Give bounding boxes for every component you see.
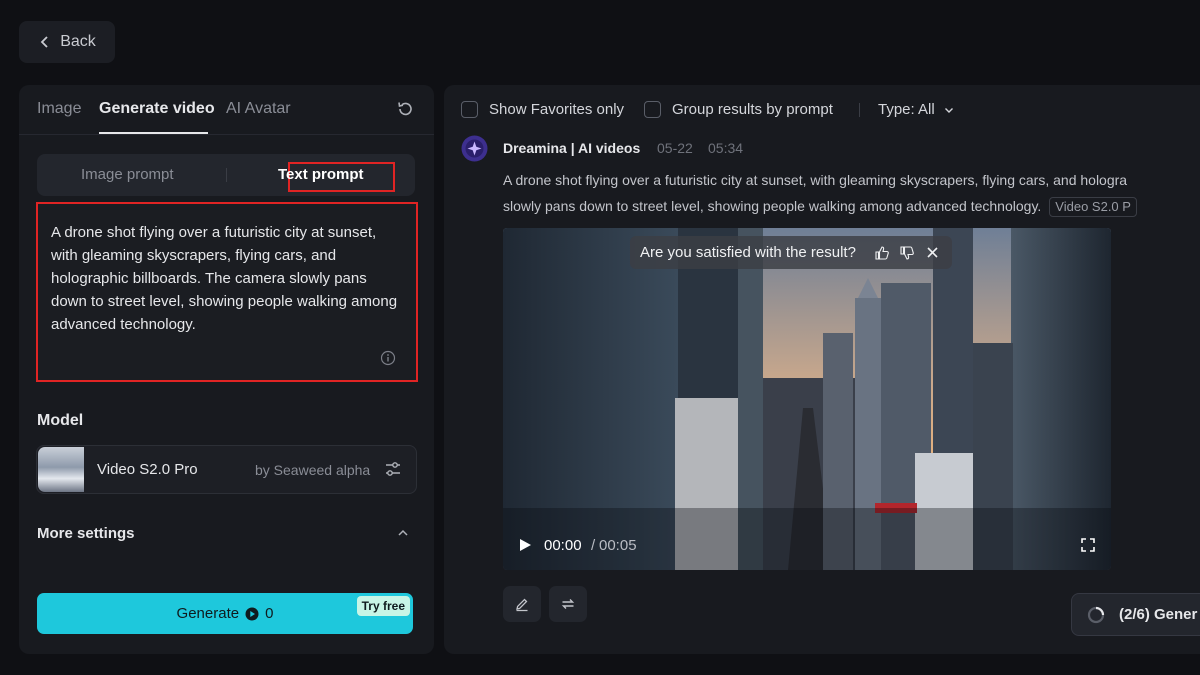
edit-icon <box>516 598 528 612</box>
back-button[interactable]: Back <box>19 21 115 63</box>
progress-text: (2/6) Gener <box>1119 606 1198 623</box>
generate-label: Generate <box>176 605 240 622</box>
favorites-checkbox[interactable] <box>461 101 478 118</box>
tab-bar: Image Generate video AI Avatar <box>19 85 434 135</box>
chevron-up-icon[interactable] <box>397 527 409 539</box>
result-prompt-line-2-text: slowly pans down to street level, showin… <box>503 198 1042 214</box>
tab-ai-avatar[interactable]: AI Avatar <box>226 100 291 118</box>
edit-button[interactable] <box>503 586 541 622</box>
sliders-icon[interactable] <box>384 460 402 478</box>
fullscreen-icon[interactable] <box>1081 538 1095 552</box>
model-tag: Video S2.0 P <box>1049 197 1137 217</box>
thumb-down-icon[interactable] <box>899 245 915 261</box>
model-name: Video S2.0 Pro <box>97 461 198 478</box>
favorites-label[interactable]: Show Favorites only <box>489 101 624 118</box>
prompt-textarea[interactable]: A drone shot flying over a futuristic ci… <box>36 202 418 382</box>
result-prompt-line-1: A drone shot flying over a futuristic ci… <box>503 172 1128 188</box>
generation-panel: Image Generate video AI Avatar Image pro… <box>19 85 434 654</box>
regenerate-icon <box>561 599 575 609</box>
back-label: Back <box>60 33 96 50</box>
group-checkbox[interactable] <box>644 101 661 118</box>
try-free-badge: Try free <box>356 596 410 616</box>
regenerate-button[interactable] <box>549 586 587 622</box>
result-author: Dreamina | AI videos <box>503 140 641 156</box>
group-label[interactable]: Group results by prompt <box>672 101 833 118</box>
model-label: Model <box>37 412 84 429</box>
chevron-down-icon[interactable] <box>944 105 954 115</box>
play-icon[interactable] <box>519 538 532 552</box>
result-prompt: A drone shot flying over a futuristic ci… <box>503 167 1200 219</box>
model-thumbnail <box>38 447 84 492</box>
satisfaction-prompt: Are you satisfied with the result? <box>630 236 952 269</box>
dreamina-logo-icon <box>461 135 488 162</box>
prompt-mode-switch: Image prompt Text prompt <box>37 154 415 196</box>
switch-divider <box>226 168 227 182</box>
video-player[interactable]: Are you satisfied with the result? 00:00… <box>503 228 1111 570</box>
spinner-icon <box>1087 606 1105 624</box>
type-filter[interactable]: Type: All <box>878 101 935 118</box>
video-time-separator: / <box>591 537 596 554</box>
more-settings-toggle[interactable]: More settings <box>37 525 135 542</box>
generation-progress[interactable]: (2/6) Gener <box>1071 593 1200 636</box>
refresh-icon[interactable] <box>396 100 414 118</box>
video-current-time: 00:00 <box>544 537 582 554</box>
filter-divider <box>859 103 860 117</box>
result-prompt-line-2: slowly pans down to street level, showin… <box>503 193 1200 219</box>
credit-icon <box>245 607 259 620</box>
chevron-left-icon <box>40 36 48 48</box>
text-prompt-option[interactable]: Text prompt <box>278 166 364 183</box>
satisfaction-text: Are you satisfied with the result? <box>640 244 856 261</box>
image-prompt-option[interactable]: Image prompt <box>81 166 174 183</box>
video-total-time: 00:05 <box>599 537 637 554</box>
video-frame-image <box>503 228 1111 570</box>
tab-image[interactable]: Image <box>37 100 81 118</box>
credit-count: 0 <box>265 605 274 622</box>
active-tab-indicator <box>99 132 208 134</box>
prompt-text[interactable]: A drone shot flying over a futuristic ci… <box>51 221 401 336</box>
results-panel: Show Favorites only Group results by pro… <box>444 85 1200 654</box>
tab-generate-video[interactable]: Generate video <box>99 100 215 118</box>
thumb-up-icon[interactable] <box>874 245 890 261</box>
model-provider: by Seaweed alpha <box>255 462 371 478</box>
result-date: 05-22 <box>657 140 693 156</box>
model-selector[interactable]: Video S2.0 Pro by Seaweed alpha <box>36 445 417 494</box>
generate-button[interactable]: Generate 0 Try free <box>37 593 413 634</box>
info-icon[interactable] <box>380 350 396 366</box>
result-time: 05:34 <box>708 140 744 156</box>
close-icon[interactable] <box>926 246 939 259</box>
